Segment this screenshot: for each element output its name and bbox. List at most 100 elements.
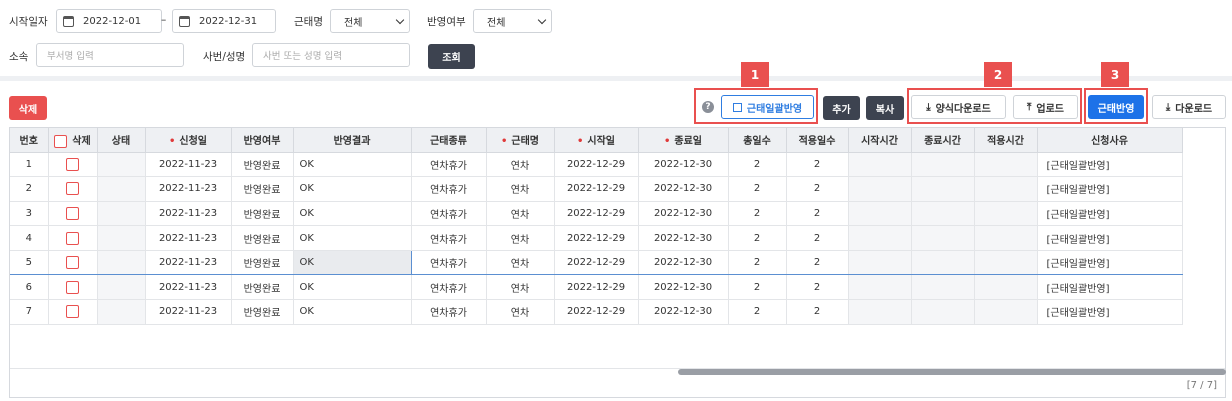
- cell-empty[interactable]: [911, 176, 975, 202]
- cell-apply-date[interactable]: 2022-11-23: [145, 299, 232, 325]
- row-checkbox[interactable]: [66, 206, 79, 220]
- cell-empty[interactable]: [974, 299, 1038, 325]
- upload-button[interactable]: ⤒ 업로드: [1013, 95, 1078, 119]
- col-total-days[interactable]: 총일수: [728, 128, 787, 153]
- cell-applied-days[interactable]: 2: [786, 249, 849, 276]
- cell-empty[interactable]: [97, 249, 146, 276]
- cell-type[interactable]: 연차: [486, 152, 555, 178]
- cell-no[interactable]: 5: [10, 249, 49, 276]
- cell-end[interactable]: 2022-12-30: [638, 225, 729, 251]
- cell-reflected[interactable]: 반영완료: [231, 299, 294, 325]
- department-input[interactable]: 부서명 입력: [36, 43, 184, 67]
- table-row[interactable]: 6 2022-11-23 반영완료 OK 연차휴가 연차 2022-12-29 2022-12…: [10, 274, 1183, 301]
- cell-apply-date[interactable]: 2022-11-23: [145, 176, 232, 202]
- cell-empty[interactable]: [974, 152, 1038, 178]
- cell-reflected[interactable]: 반영완료: [231, 176, 294, 202]
- cell-total-days[interactable]: 2: [728, 201, 787, 227]
- cell-total-days[interactable]: 2: [728, 299, 787, 325]
- cell-applied-days[interactable]: 2: [786, 152, 849, 178]
- cell-result[interactable]: OK: [293, 176, 412, 202]
- cell-apply-date[interactable]: 2022-11-23: [145, 225, 232, 251]
- cell-applied-days[interactable]: 2: [786, 299, 849, 325]
- col-result[interactable]: 반영결과: [293, 128, 412, 153]
- cell-empty[interactable]: [848, 299, 912, 325]
- cell-category[interactable]: 연차휴가: [411, 274, 487, 301]
- cell-total-days[interactable]: 2: [728, 152, 787, 178]
- cell-category[interactable]: 연차휴가: [411, 152, 487, 178]
- row-checkbox[interactable]: [66, 280, 79, 294]
- cell-category[interactable]: 연차휴가: [411, 249, 487, 276]
- cell-empty[interactable]: [848, 225, 912, 251]
- cell-apply-date[interactable]: 2022-11-23: [145, 201, 232, 227]
- cell-empty[interactable]: [848, 274, 912, 301]
- cell-category[interactable]: 연차휴가: [411, 201, 487, 227]
- reflect-status-select[interactable]: 전체: [473, 9, 552, 33]
- row-checkbox[interactable]: [66, 157, 79, 171]
- cell-reflected[interactable]: 반영완료: [231, 152, 294, 178]
- cell-delete[interactable]: [48, 299, 98, 325]
- col-start[interactable]: • 시작일: [554, 128, 639, 153]
- cell-delete[interactable]: [48, 225, 98, 251]
- col-end-time[interactable]: 종료시간: [911, 128, 975, 153]
- cell-empty[interactable]: [911, 201, 975, 227]
- row-checkbox[interactable]: [66, 305, 79, 319]
- cell-reflected[interactable]: 반영완료: [231, 249, 294, 276]
- add-button[interactable]: 추가: [823, 96, 860, 120]
- col-no[interactable]: 번호: [10, 128, 49, 153]
- cell-start[interactable]: 2022-12-29: [554, 274, 639, 301]
- col-end[interactable]: • 종료일: [638, 128, 729, 153]
- cell-total-days[interactable]: 2: [728, 274, 787, 301]
- search-button[interactable]: 조회: [428, 44, 475, 69]
- start-date-to-field[interactable]: 2022-12-31: [172, 9, 276, 33]
- cell-empty[interactable]: [911, 152, 975, 178]
- col-category[interactable]: 근태종류: [411, 128, 487, 153]
- cell-no[interactable]: 3: [10, 201, 49, 227]
- col-status[interactable]: 상태: [97, 128, 146, 153]
- cell-reason[interactable]: [근태일괄반영]: [1037, 176, 1183, 202]
- cell-reason[interactable]: [근태일괄반영]: [1037, 152, 1183, 178]
- horizontal-scrollbar[interactable]: [678, 369, 1226, 375]
- bulk-reflect-button[interactable]: 근태일괄반영: [721, 95, 814, 119]
- cell-start[interactable]: 2022-12-29: [554, 225, 639, 251]
- template-download-button[interactable]: ⤓ 양식다운로드: [911, 95, 1006, 119]
- cell-type[interactable]: 연차: [486, 201, 555, 227]
- cell-no[interactable]: 2: [10, 176, 49, 202]
- cell-result[interactable]: OK: [293, 299, 412, 325]
- cell-empty[interactable]: [97, 225, 146, 251]
- cell-delete[interactable]: [48, 176, 98, 202]
- cell-end[interactable]: 2022-12-30: [638, 299, 729, 325]
- cell-empty[interactable]: [97, 176, 146, 202]
- cell-end[interactable]: 2022-12-30: [638, 152, 729, 178]
- cell-end[interactable]: 2022-12-30: [638, 249, 729, 276]
- cell-start[interactable]: 2022-12-29: [554, 152, 639, 178]
- cell-reflected[interactable]: 반영완료: [231, 201, 294, 227]
- col-start-time[interactable]: 시작시간: [848, 128, 912, 153]
- cell-empty[interactable]: [848, 249, 912, 276]
- attendance-type-select[interactable]: 전체: [330, 9, 410, 33]
- cell-total-days[interactable]: 2: [728, 176, 787, 202]
- cell-empty[interactable]: [974, 274, 1038, 301]
- cell-end[interactable]: 2022-12-30: [638, 176, 729, 202]
- cell-category[interactable]: 연차휴가: [411, 225, 487, 251]
- table-row[interactable]: 5 2022-11-23 반영완료 OK 연차휴가 연차 2022-12-29 2022-12…: [10, 249, 1183, 276]
- copy-button[interactable]: 복사: [866, 96, 904, 120]
- cell-reason[interactable]: [근태일괄반영]: [1037, 249, 1183, 276]
- table-row[interactable]: 1 2022-11-23 반영완료 OK 연차휴가 연차 2022-12-29 2022-12…: [10, 152, 1183, 178]
- cell-reason[interactable]: [근태일괄반영]: [1037, 201, 1183, 227]
- cell-type[interactable]: 연차: [486, 299, 555, 325]
- help-icon[interactable]: ?: [702, 101, 714, 113]
- cell-empty[interactable]: [848, 176, 912, 202]
- cell-empty[interactable]: [911, 299, 975, 325]
- cell-empty[interactable]: [848, 152, 912, 178]
- col-applied-time[interactable]: 적용시간: [974, 128, 1038, 153]
- cell-result[interactable]: OK: [293, 152, 412, 178]
- col-delete[interactable]: 삭제: [48, 128, 98, 153]
- cell-applied-days[interactable]: 2: [786, 274, 849, 301]
- cell-applied-days[interactable]: 2: [786, 201, 849, 227]
- cell-type[interactable]: 연차: [486, 274, 555, 301]
- table-row[interactable]: 7 2022-11-23 반영완료 OK 연차휴가 연차 2022-12-29 2022-12…: [10, 299, 1183, 325]
- cell-type[interactable]: 연차: [486, 176, 555, 202]
- cell-reflected[interactable]: 반영완료: [231, 225, 294, 251]
- cell-end[interactable]: 2022-12-30: [638, 201, 729, 227]
- cell-empty[interactable]: [97, 152, 146, 178]
